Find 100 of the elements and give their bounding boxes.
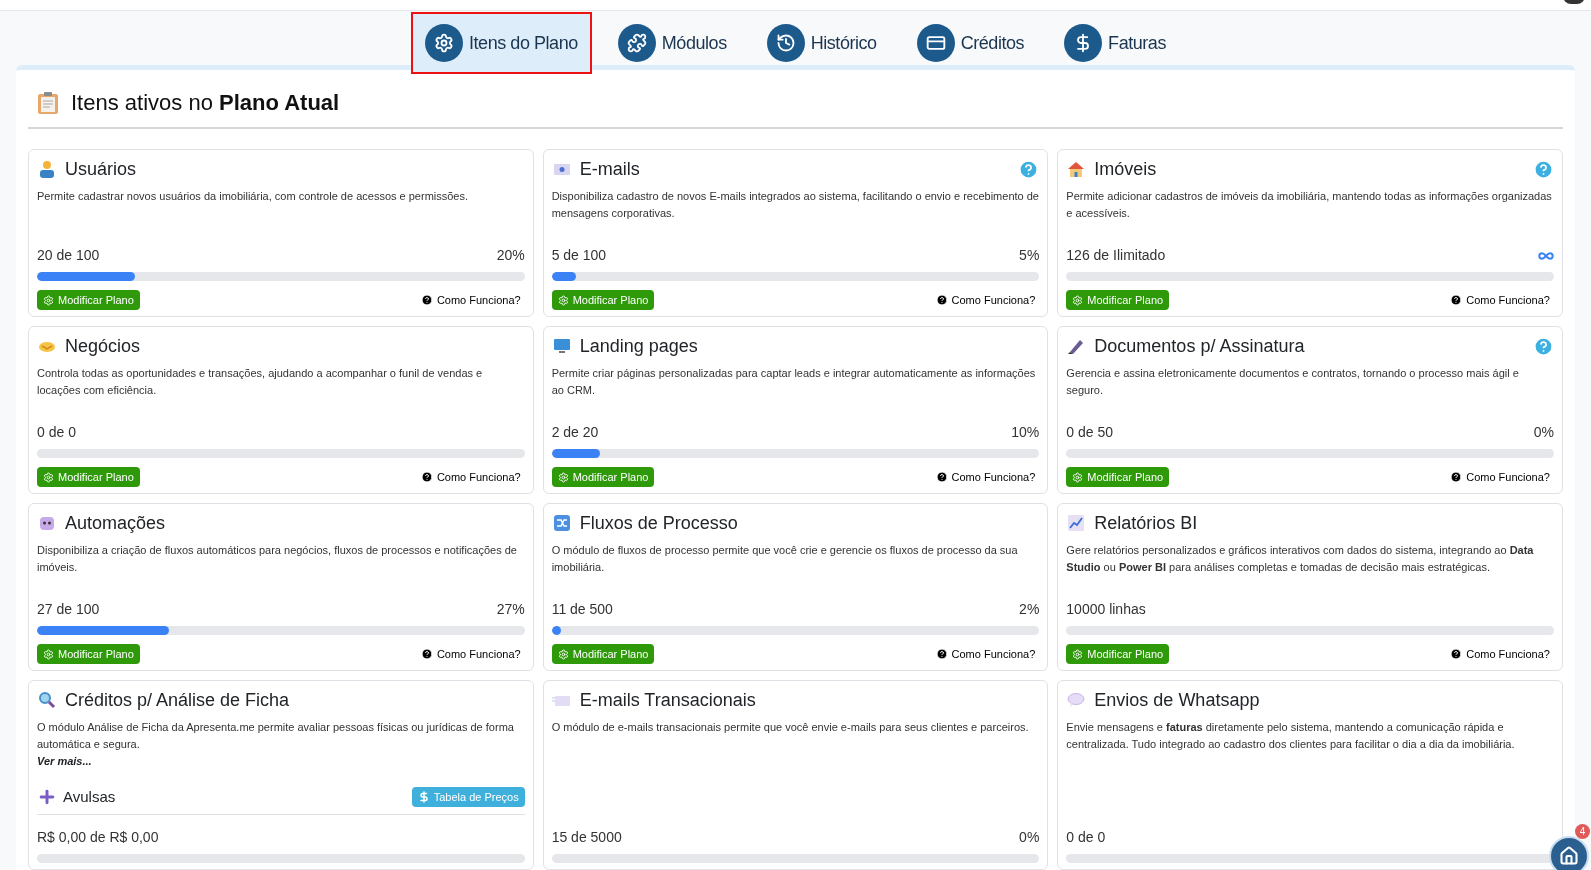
how-it-works-link[interactable]: Como Funciona? xyxy=(935,468,1040,486)
floating-home-button[interactable] xyxy=(1549,836,1589,870)
help-icon[interactable] xyxy=(1533,158,1554,180)
card-title: Usuários xyxy=(65,160,137,178)
how-it-works-link[interactable]: Como Funciona? xyxy=(935,645,1040,663)
card-title: Fluxos de Processo xyxy=(579,514,738,532)
card-title: Documentos p/ Assinatura xyxy=(1094,337,1305,355)
usage-percent: 20% xyxy=(496,246,525,265)
card-description: O módulo de fluxos de processo permite que você crie e gerencie os fluxos de processo da sua imobiliária. xyxy=(551,543,1019,575)
usage-count: 27 de 100 xyxy=(37,600,100,619)
card-description: Gere relatórios personalizados e gráficos interativos com dados do sistema, integrando ao Data Studio ou Power BI para análises completas e tomadas de decisão mais estratégicas. xyxy=(1066,543,1535,575)
help-icon xyxy=(420,471,433,483)
gear-icon xyxy=(1072,471,1084,483)
usage-percent: 5% xyxy=(1019,246,1040,265)
magnifier-icon xyxy=(37,690,57,710)
modify-plan-button[interactable]: Modificar Plano xyxy=(551,467,655,487)
usage-percent: 0% xyxy=(1533,423,1554,442)
usage-count: 5 de 100 xyxy=(551,246,607,265)
help-icon xyxy=(1450,648,1463,660)
card-description: Disponibiliza a criação de fluxos automáticos para negócios, fluxos de processos e notificações de imóveis. xyxy=(37,543,518,575)
how-it-works-link[interactable]: Como Funciona? xyxy=(935,291,1040,309)
help-icon xyxy=(1450,471,1463,483)
usage-percent: 27% xyxy=(496,600,525,619)
how-it-works-link[interactable]: Como Funciona? xyxy=(420,291,525,309)
modify-plan-button[interactable]: Modificar Plano xyxy=(1066,290,1170,310)
gear-icon xyxy=(43,294,54,306)
help-icon xyxy=(1450,294,1463,306)
usage-percent: 0% xyxy=(1019,828,1040,847)
modify-plan-button[interactable]: Modificar Plano xyxy=(1066,644,1170,664)
gear-icon xyxy=(43,471,54,483)
person-icon xyxy=(37,159,57,179)
help-icon xyxy=(420,648,433,660)
how-it-works-link[interactable]: Como Funciona? xyxy=(420,468,525,486)
card-title: Negócios xyxy=(65,337,141,355)
help-icon xyxy=(935,294,948,306)
how-it-works-link[interactable]: Como Funciona? xyxy=(1450,291,1554,309)
usage-count: 126 de Ilimitado xyxy=(1066,246,1166,265)
card-title: Automações xyxy=(65,514,166,532)
modify-plan-button[interactable]: Modificar Plano xyxy=(37,644,140,664)
shuffle-icon xyxy=(551,513,572,533)
help-icon xyxy=(420,294,433,306)
how-it-works-link[interactable]: Como Funciona? xyxy=(1450,645,1554,663)
usage-count: 10000 linhas xyxy=(1066,600,1146,619)
modify-plan-button[interactable]: Modificar Plano xyxy=(551,290,655,310)
card-title: Créditos p/ Análise de Ficha xyxy=(65,691,290,709)
puzzle-icon xyxy=(626,33,647,53)
usage-percent: 10% xyxy=(1011,423,1040,442)
card-title: Relatórios BI xyxy=(1094,514,1198,532)
card-description: O módulo de e-mails transacionais permite que você envie e-mails para seus clientes e parceiros. xyxy=(551,720,1030,735)
section-label: Avulsas xyxy=(63,786,116,807)
gear-icon xyxy=(43,648,54,660)
monitor-icon xyxy=(551,336,572,356)
modify-plan-button[interactable]: Modificar Plano xyxy=(1066,467,1170,487)
dollar-icon xyxy=(417,790,430,803)
modify-plan-button[interactable]: Modificar Plano xyxy=(37,467,140,487)
help-icon[interactable] xyxy=(1018,158,1040,180)
card-title: Imóveis xyxy=(1094,160,1157,178)
gear-icon xyxy=(1072,648,1084,660)
speech-bubble-icon xyxy=(1066,690,1087,710)
usage-percent: 2% xyxy=(1019,600,1040,619)
gear-icon xyxy=(557,471,569,483)
usage-count: 0 de 0 xyxy=(1066,828,1106,847)
card-description: Disponibiliza cadastro de novos E-mails integrados ao sistema, facilitando o envio e recebimento de mensagens corporativas. xyxy=(551,189,1040,221)
notification-badge: 4 xyxy=(1575,824,1590,839)
help-icon[interactable] xyxy=(1533,335,1554,357)
card-description: Controla todas as oportunidades e transações, ajudando a acompanhar o funil de vendas e locações com eficiência. xyxy=(37,366,484,398)
how-it-works-link[interactable]: Como Funciona? xyxy=(420,645,525,663)
card-description: O módulo Análise de Ficha da Apresenta.me permite avaliar pessoas físicas ou jurídicas de forma automática e segura. xyxy=(37,720,515,752)
gear-icon xyxy=(1072,294,1084,306)
page-heading: Itens ativos no Plano Atual xyxy=(71,89,340,117)
gear-icon xyxy=(557,294,569,306)
card-description: Permite criar páginas personalizadas para captar leads e integrar automaticamente as informações ao CRM. xyxy=(551,366,1037,398)
card-title: Landing pages xyxy=(579,337,698,355)
modify-plan-button[interactable]: Modificar Plano xyxy=(37,290,140,310)
clipboard-icon xyxy=(37,90,59,115)
usage-count: 2 de 20 xyxy=(551,423,599,442)
card-title: Envios de Whatsapp xyxy=(1094,691,1260,709)
usage-count: R$ 0,00 de R$ 0,00 xyxy=(37,828,159,847)
card-title: E-mails xyxy=(579,160,640,178)
help-icon xyxy=(935,648,948,660)
tab[interactable]: Itens do Plano xyxy=(411,12,592,74)
history-icon xyxy=(775,33,796,53)
card-description: Envie mensagens e faturas diretamente pelo sistema, mantendo a comunicação rápida e centralizada. Tudo integrado ao cadastro dos clientes para facilitar o dia a dia da imobiliária. xyxy=(1066,720,1516,752)
usage-count: 11 de 500 xyxy=(551,600,613,619)
card-title: E-mails Transacionais xyxy=(579,691,756,709)
card-description: Gerencia e assina eletronicamente documentos e contratos, tornando o processo mais ágil e seguro. xyxy=(1066,366,1520,398)
card-description: Permite cadastrar novos usuários da imobiliária, com controle de acessos e permissões. xyxy=(37,189,470,204)
credit-card-icon xyxy=(925,33,946,53)
help-icon xyxy=(935,471,948,483)
how-it-works-link[interactable]: Como Funciona? xyxy=(1450,468,1554,486)
card-description: Permite adicionar cadastros de imóveis da imobiliária, mantendo todas as informações organizadas e acessíveis. xyxy=(1066,189,1553,221)
modify-plan-button[interactable]: Modificar Plano xyxy=(551,644,655,664)
usage-count: 15 de 5000 xyxy=(551,828,622,847)
usage-count: 0 de 0 xyxy=(37,423,76,442)
gear-icon xyxy=(557,648,569,660)
chart-icon xyxy=(1066,513,1087,533)
see-more-link[interactable]: Ver mais... xyxy=(37,753,525,770)
usage-count: 20 de 100 xyxy=(37,246,100,265)
home-icon xyxy=(1559,846,1579,866)
settings-icon xyxy=(434,33,454,53)
